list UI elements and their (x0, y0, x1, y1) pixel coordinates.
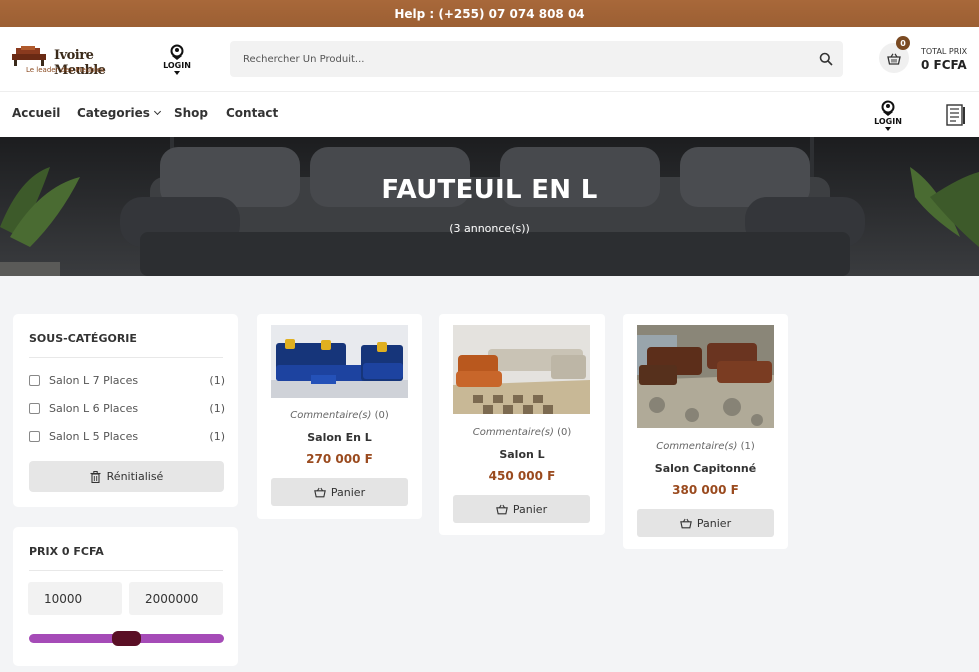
total-price-value: 0 FCFA (921, 58, 967, 72)
product-card[interactable]: Commentaire(s) (0) Salon L 450 000 F Pan… (439, 314, 605, 535)
reset-button[interactable]: Rénitialisé (29, 461, 224, 492)
basket-icon (314, 487, 326, 497)
price-slider[interactable] (29, 631, 224, 646)
product-price: 450 000 F (488, 469, 556, 483)
comment-count: Commentaire(s) (1) (623, 441, 788, 452)
category-title: FAUTEUIL EN L (381, 175, 598, 205)
comment-count: Commentaire(s) (0) (257, 410, 422, 421)
subcategory-item[interactable]: Salon L 6 Places (1) (29, 402, 225, 416)
product-price: 380 000 F (672, 483, 739, 497)
basket-icon (680, 518, 692, 528)
search-bar (230, 41, 843, 77)
price-min-value: 10000 (44, 591, 83, 606)
nav-item-shop[interactable]: Shop (174, 106, 208, 120)
subcategory-item[interactable]: Salon L 5 Places (1) (29, 430, 225, 444)
search-icon[interactable] (819, 52, 833, 66)
header: Ivoire Meuble Le leader des Meubles LOGI… (0, 27, 979, 91)
chevron-down-icon (153, 107, 161, 116)
comment-label: Commentaire(s) (472, 427, 554, 438)
add-to-cart-button[interactable]: Panier (271, 478, 408, 506)
product-name[interactable]: Salon Capitonné (623, 462, 788, 475)
divider (29, 357, 223, 358)
subcategory-count: (1) (209, 374, 225, 387)
price-min-field[interactable]: 10000 (28, 582, 122, 615)
add-to-cart-label: Panier (330, 485, 366, 499)
subcategory-item[interactable]: Salon L 7 Places (1) (29, 374, 225, 388)
logo-tagline: Le leader des Meubles (26, 66, 105, 74)
total-price-label: TOTAL PRIX (921, 47, 968, 56)
subcategory-count: (1) (209, 430, 225, 443)
search-input[interactable] (230, 41, 810, 77)
add-to-cart-button[interactable]: Panier (637, 509, 774, 537)
comment-number: (0) (557, 427, 572, 438)
comment-number: (1) (740, 441, 755, 452)
login-icon[interactable]: LOGIN (160, 43, 194, 77)
price-max-value: 2000000 (145, 591, 199, 606)
add-to-cart-label: Panier (696, 516, 732, 530)
nav-item-accueil[interactable]: Accueil (12, 106, 60, 120)
checkbox[interactable] (29, 403, 40, 414)
nav-item-contact[interactable]: Contact (226, 106, 278, 120)
cart-count-badge: 0 (896, 36, 910, 50)
nav-login-icon[interactable]: LOGIN (871, 99, 905, 133)
product-card[interactable]: Commentaire(s) (1) Salon Capitonné 380 0… (623, 314, 788, 549)
help-text: Help : (+255) 07 074 808 04 (394, 6, 585, 21)
svg-text:LOGIN: LOGIN (163, 61, 191, 70)
subcategory-count: (1) (209, 402, 225, 415)
divider (29, 570, 223, 571)
add-to-cart-button[interactable]: Panier (453, 495, 590, 523)
checkbox[interactable] (29, 431, 40, 442)
price-max-field[interactable]: 2000000 (129, 582, 223, 615)
comment-label: Commentaire(s) (656, 441, 738, 452)
product-name[interactable]: Salon L (439, 448, 605, 461)
main-nav: Accueil Categories Shop Contact LOGIN (0, 91, 979, 137)
product-card[interactable]: Commentaire(s) (0) Salon En L 270 000 F … (257, 314, 422, 519)
product-price: 270 000 F (306, 452, 373, 466)
trash-icon (90, 470, 101, 483)
subcategory-title: SOUS-CATÉGORIE (29, 332, 137, 345)
product-image[interactable] (637, 325, 774, 428)
checkbox[interactable] (29, 375, 40, 386)
product-image[interactable] (453, 325, 590, 414)
sofa-banner-image (0, 137, 979, 276)
product-name[interactable]: Salon En L (257, 431, 422, 444)
help-bar: Help : (+255) 07 074 808 04 (0, 0, 979, 27)
price-slider-handle[interactable] (112, 631, 141, 646)
nav-item-categories-label: Categories (77, 106, 150, 120)
product-image[interactable] (271, 325, 408, 398)
subcategory-label: Salon L 6 Places (49, 402, 139, 415)
svg-text:LOGIN: LOGIN (874, 117, 902, 126)
subcategory-panel: SOUS-CATÉGORIE Salon L 7 Places (1) Salo… (13, 314, 238, 507)
subcategory-label: Salon L 7 Places (49, 374, 139, 387)
comment-label: Commentaire(s) (290, 410, 372, 421)
price-filter-panel: PRIX 0 FCFA 10000 2000000 (13, 527, 238, 666)
add-to-cart-label: Panier (512, 502, 548, 516)
cart-button[interactable]: 0 (879, 36, 910, 73)
subcategory-label: Salon L 5 Places (49, 430, 139, 443)
listing-count: (3 annonce(s)) (449, 222, 530, 235)
category-hero-banner: FAUTEUIL EN L (3 annonce(s)) (0, 137, 979, 276)
logo[interactable]: Ivoire Meuble Le leader des Meubles (12, 42, 130, 78)
price-filter-title: PRIX 0 FCFA (29, 545, 104, 558)
comment-number: (0) (374, 410, 389, 421)
document-list-icon[interactable] (946, 104, 966, 126)
nav-item-categories[interactable]: Categories (77, 106, 161, 120)
reset-label: Rénitialisé (106, 470, 164, 483)
basket-icon (887, 53, 901, 65)
basket-icon (496, 504, 508, 514)
comment-count: Commentaire(s) (0) (439, 427, 605, 438)
